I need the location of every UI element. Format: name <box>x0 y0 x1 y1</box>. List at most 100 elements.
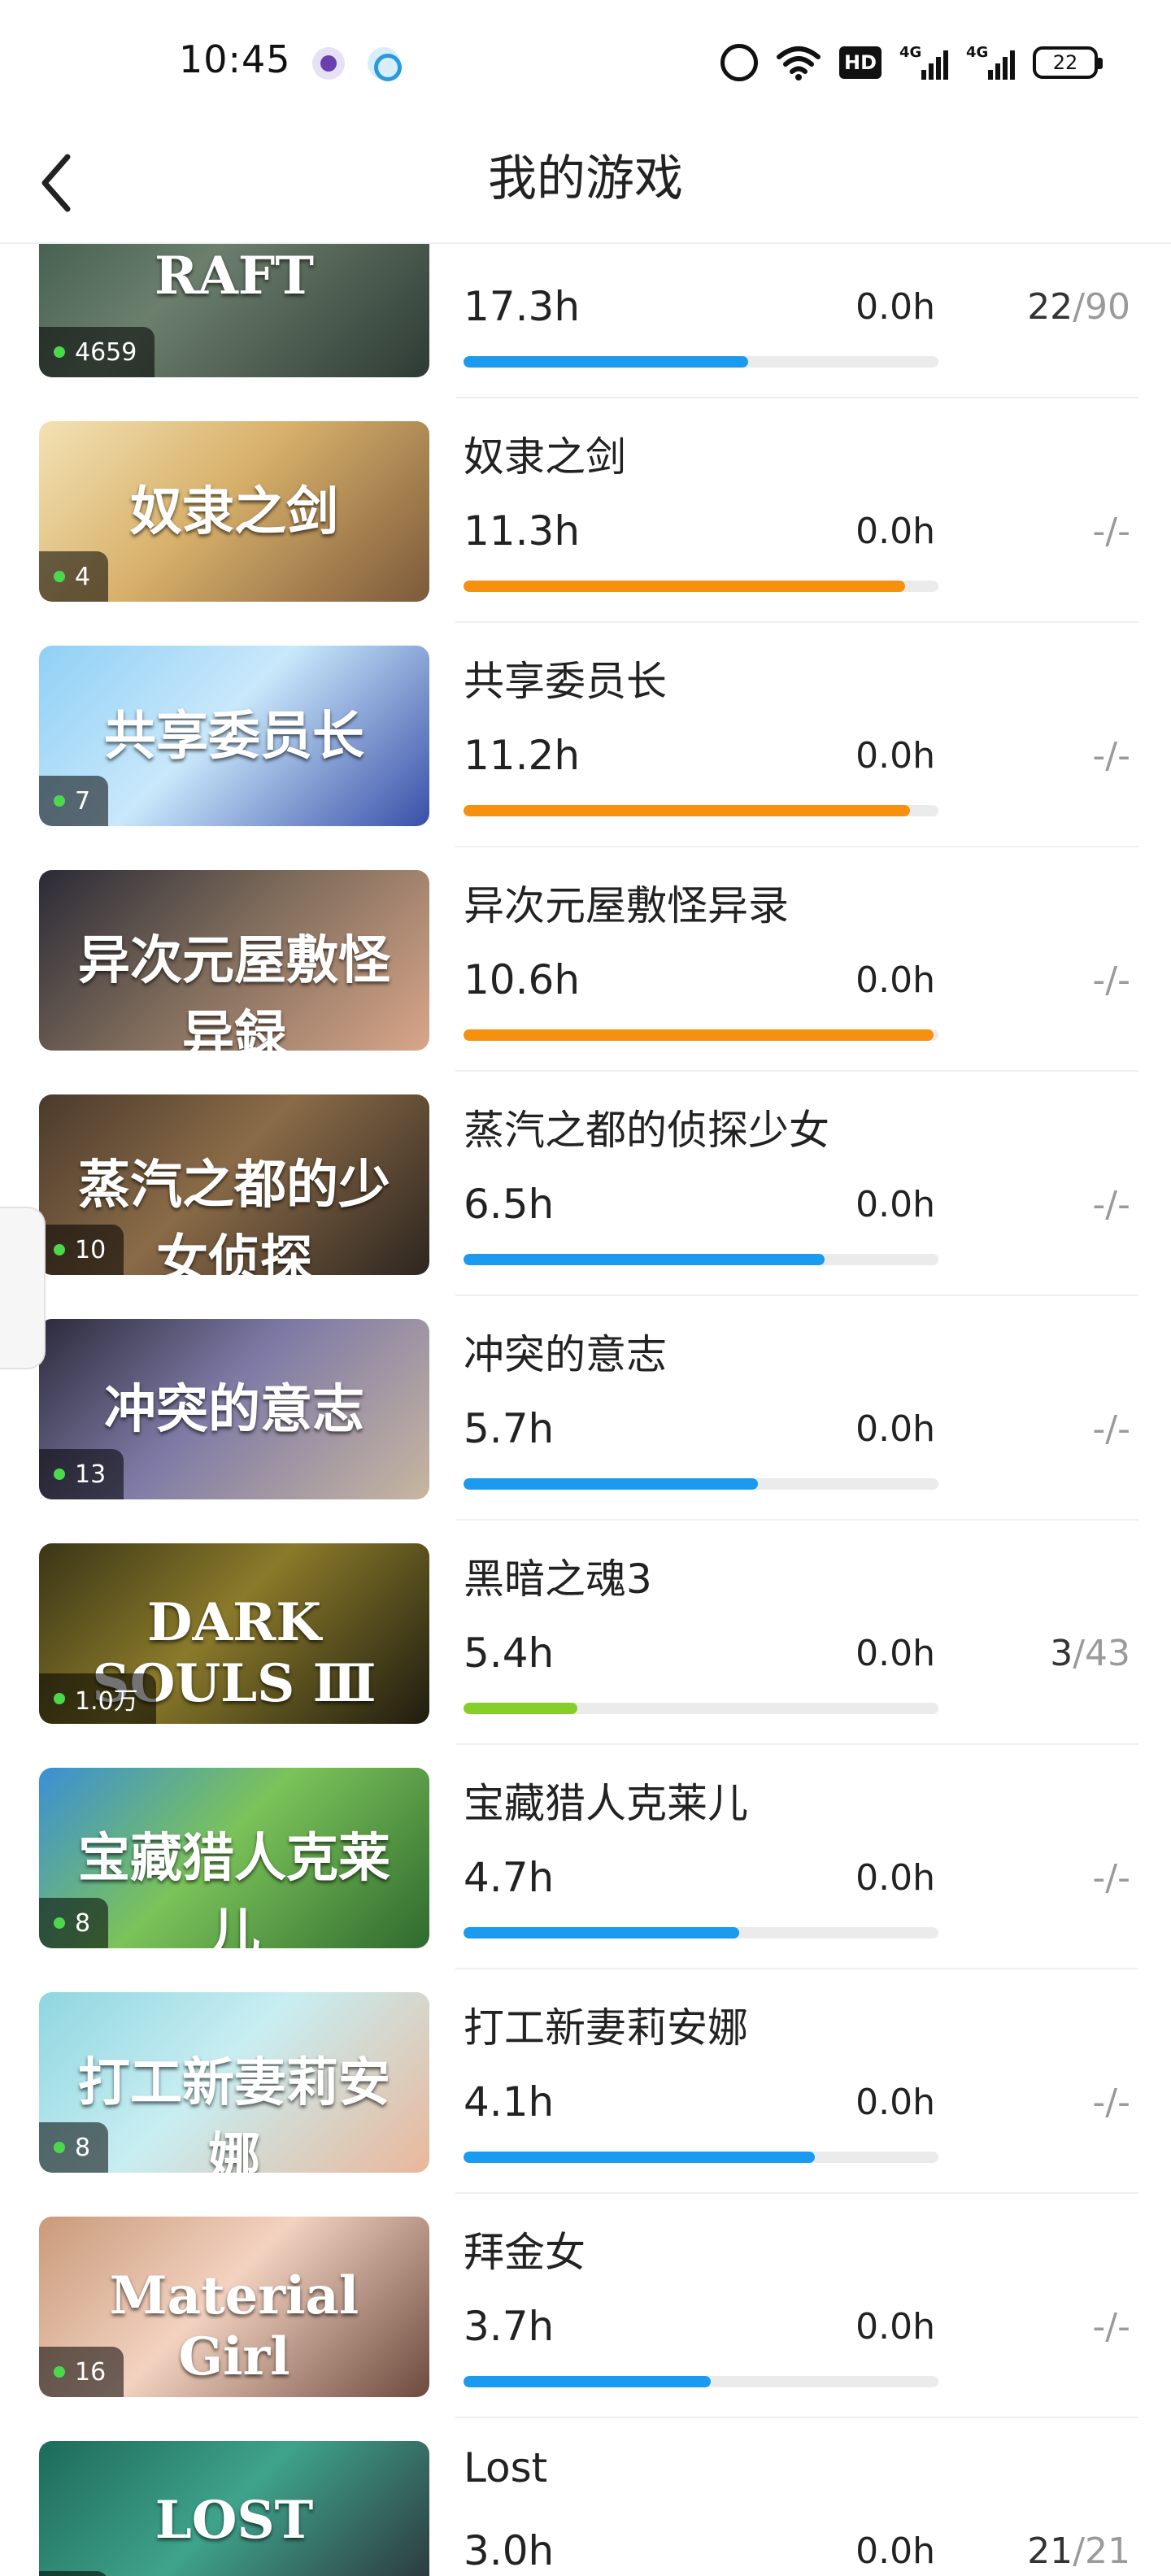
total-playtime: 17.3h <box>464 283 581 330</box>
achievement-count: -/- <box>1092 2306 1130 2348</box>
game-list-item[interactable]: LOST 8 Lost 3.0h 0.0h 21/21 <box>0 2418 1171 2576</box>
achievements-total: -/- <box>1092 2082 1130 2123</box>
game-info: Lost 3.0h 0.0h 21/21 <box>455 2418 1138 2576</box>
game-cover-image[interactable]: Material Girl 16 <box>39 2217 429 2397</box>
playtime-progress-fill <box>464 1927 739 1939</box>
online-dot-icon <box>54 1469 65 1480</box>
playtime-progress-bar <box>464 1703 938 1714</box>
game-cover-title: 异次元屋敷怪异録 <box>78 930 390 1051</box>
achievement-count: 21/21 <box>1027 2530 1130 2572</box>
total-playtime: 3.7h <box>464 2303 555 2350</box>
achievements-total: -/- <box>1092 1184 1130 1225</box>
game-info: 奴隶之剑 11.3h 0.0h -/- <box>455 398 1138 623</box>
achievement-count: 3/43 <box>1050 1633 1130 1674</box>
playtime-progress-bar <box>464 356 938 368</box>
game-info: 宝藏猎人克莱儿 4.7h 0.0h -/- <box>455 1745 1138 1969</box>
game-cover-image[interactable]: 共享委员长 7 <box>39 646 429 826</box>
total-playtime: 11.2h <box>464 732 581 779</box>
game-cover-image[interactable]: 蒸汽之都的少女侦探 10 <box>39 1094 429 1275</box>
game-name: 黑暗之魂3 <box>464 1556 652 1603</box>
achievement-count: -/- <box>1092 959 1130 1001</box>
player-count: 4659 <box>75 337 137 367</box>
game-cover-image[interactable]: 宝藏猎人克莱儿 8 <box>39 1768 429 1948</box>
game-list-item[interactable]: 共享委员长 7 共享委员长 11.2h 0.0h -/- <box>0 623 1171 847</box>
game-name: 拜金女 <box>464 2229 586 2276</box>
achievements-done: 21 <box>1027 2530 1073 2572</box>
playtime-progress-fill <box>464 1254 825 1265</box>
recent-playtime: 0.0h <box>855 511 935 552</box>
game-info: 黑暗之魂3 5.4h 0.0h 3/43 <box>455 1521 1138 1745</box>
achievement-count: -/- <box>1092 511 1130 552</box>
online-dot-icon <box>54 795 65 807</box>
game-list-item[interactable]: DARK SOULS Ⅲ 1.0万 黑暗之魂3 5.4h 0.0h 3/43 <box>0 1521 1171 1745</box>
game-cover-image[interactable]: LOST 8 <box>39 2441 429 2576</box>
online-dot-icon <box>54 2142 65 2153</box>
game-list-item[interactable]: 奴隶之剑 4 奴隶之剑 11.3h 0.0h -/- <box>0 398 1171 623</box>
recent-playtime: 0.0h <box>855 2530 935 2572</box>
online-dot-icon <box>54 571 65 582</box>
side-edge-handle[interactable] <box>0 1207 46 1369</box>
game-list-item[interactable]: 冲突的意志 13 冲突的意志 5.7h 0.0h -/- <box>0 1296 1171 1521</box>
online-dot-icon <box>54 1244 65 1255</box>
game-list-item[interactable]: 打工新妻莉安娜 8 打工新妻莉安娜 4.1h 0.0h -/- <box>0 1969 1171 2194</box>
player-count-badge: 8 <box>39 2571 109 2576</box>
playtime-progress-bar <box>464 1927 938 1939</box>
game-name: 蒸汽之都的侦探少女 <box>464 1107 829 1154</box>
achievements-done: 22 <box>1027 286 1073 328</box>
signal-4g-icon: 4G <box>899 44 948 81</box>
game-cover-image[interactable]: 异次元屋敷怪异録 <box>39 870 429 1051</box>
player-count: 16 <box>75 2357 107 2387</box>
game-info: 异次元屋敷怪异录 10.6h 0.0h -/- <box>455 847 1138 1072</box>
game-cover-title: LOST <box>155 2490 314 2551</box>
signal-4g-icon: 4G <box>966 44 1015 81</box>
recent-playtime: 0.0h <box>855 2082 935 2123</box>
nav-bar: 我的游戏 <box>0 122 1171 244</box>
playtime-progress-fill <box>464 805 910 816</box>
game-name: 共享委员长 <box>464 658 667 705</box>
game-list-item[interactable]: 宝藏猎人克莱儿 8 宝藏猎人克莱儿 4.7h 0.0h -/- <box>0 1745 1171 1969</box>
game-cover-image[interactable]: 打工新妻莉安娜 8 <box>39 1992 429 2173</box>
achievement-count: -/- <box>1092 1408 1130 1450</box>
game-cover-title: 宝藏猎人克莱儿 <box>78 1828 390 1948</box>
wifi-icon <box>776 44 821 81</box>
game-cover-image[interactable]: DARK SOULS Ⅲ 1.0万 <box>39 1543 429 1724</box>
game-info: 冲突的意志 5.7h 0.0h -/- <box>455 1296 1138 1521</box>
online-dot-icon <box>54 346 65 358</box>
online-dot-icon <box>54 1693 65 1704</box>
game-cover-title: RAFT <box>155 246 314 307</box>
recent-playtime: 0.0h <box>855 2306 935 2348</box>
notification-app-icon <box>312 47 345 80</box>
achievement-count: -/- <box>1092 2082 1130 2123</box>
game-cover-title: 共享委员长 <box>104 706 364 767</box>
achievement-count: 22/90 <box>1027 286 1130 328</box>
online-dot-icon <box>54 1917 65 1929</box>
achievements-done: 3 <box>1050 1633 1073 1674</box>
playtime-progress-bar <box>464 1478 938 1490</box>
game-name: 打工新妻莉安娜 <box>464 2004 748 2052</box>
total-playtime: 3.0h <box>464 2527 555 2574</box>
player-count: 1.0万 <box>75 1687 138 1716</box>
game-list-item[interactable]: 蒸汽之都的少女侦探 10 蒸汽之都的侦探少女 6.5h 0.0h -/- <box>0 1072 1171 1296</box>
achievements-total: -/- <box>1092 1408 1130 1450</box>
recent-playtime: 0.0h <box>855 286 935 328</box>
achievements-total: /43 <box>1073 1633 1130 1674</box>
game-cover-title: 奴隶之剑 <box>130 481 338 542</box>
browser-app-icon <box>368 47 402 81</box>
playtime-progress-fill <box>464 581 906 592</box>
playtime-progress-fill <box>464 2376 711 2387</box>
achievements-total: -/- <box>1092 735 1130 777</box>
player-count: 8 <box>75 2133 91 2162</box>
game-list-item[interactable]: Material Girl 16 拜金女 3.7h 0.0h -/- <box>0 2194 1171 2418</box>
player-count: 13 <box>75 1460 107 1489</box>
player-count-badge: 8 <box>39 1898 109 1948</box>
game-name: 冲突的意志 <box>464 1331 667 1378</box>
player-count-badge: 13 <box>39 1449 124 1499</box>
game-cover-image[interactable]: 冲突的意志 13 <box>39 1319 429 1499</box>
playtime-progress-fill <box>464 1029 934 1041</box>
achievements-total: -/- <box>1092 511 1130 552</box>
total-playtime: 6.5h <box>464 1181 555 1228</box>
game-list-item[interactable]: 异次元屋敷怪异録 异次元屋敷怪异录 10.6h 0.0h -/- <box>0 847 1171 1072</box>
player-count-badge: 8 <box>39 2122 109 2173</box>
recent-playtime: 0.0h <box>855 1633 935 1674</box>
game-cover-image[interactable]: 奴隶之剑 4 <box>39 421 429 602</box>
